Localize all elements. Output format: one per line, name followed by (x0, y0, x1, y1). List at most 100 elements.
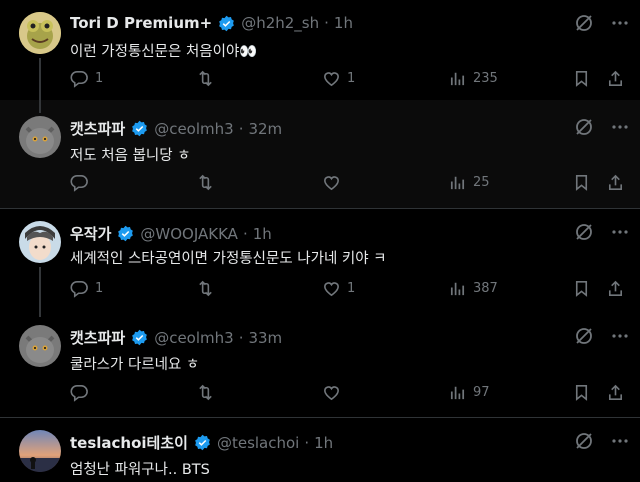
post-text: 엄청난 파워구나.. BTS (70, 462, 210, 478)
post-2[interactable]: 캣츠파파 @ceolmh3 · 32m 저도 처음 봅니당 ㅎ 25 (0, 104, 640, 208)
reply-icon (70, 281, 88, 298)
like-button[interactable] (322, 383, 347, 402)
retweet-icon (199, 384, 212, 401)
grok-icon[interactable] (574, 326, 594, 346)
avatar-sunset[interactable] (19, 430, 61, 472)
bookmark-button[interactable] (572, 279, 591, 298)
more-icon[interactable] (610, 13, 630, 33)
share-button[interactable] (606, 69, 625, 88)
author-name[interactable]: Tori D Premium+ @h2h2_sh · 1h (70, 14, 353, 32)
share-button[interactable] (606, 173, 625, 192)
views-icon (450, 72, 465, 86)
reply-button[interactable] (70, 173, 95, 192)
bookmark-button[interactable] (572, 383, 591, 402)
display-name[interactable]: 우작가 (70, 223, 111, 244)
bookmark-icon (575, 71, 588, 87)
avatar-cat[interactable] (19, 116, 61, 158)
retweet-button[interactable] (196, 173, 215, 192)
retweet-icon (199, 280, 212, 297)
verified-badge-icon (219, 15, 235, 31)
timestamp[interactable]: 33m (248, 329, 282, 347)
dot-separator: · (242, 224, 248, 243)
views-button[interactable]: 25 (448, 173, 490, 192)
verified-badge-icon (132, 120, 148, 137)
timestamp[interactable]: 1h (334, 14, 353, 32)
more-icon[interactable] (610, 117, 630, 137)
view-count: 387 (473, 281, 498, 296)
more-icon[interactable] (610, 326, 630, 346)
display-name[interactable]: 캣츠파파 (70, 327, 125, 348)
more-icon[interactable] (610, 222, 630, 242)
retweet-button[interactable] (196, 279, 215, 298)
view-count: 97 (473, 385, 490, 400)
post-text: 쿨라스가 다르네요 ㅎ (70, 357, 200, 373)
share-icon (608, 384, 623, 400)
share-button[interactable] (606, 383, 625, 402)
grok-icon[interactable] (574, 117, 594, 137)
reply-button[interactable]: 1 (70, 279, 103, 298)
dot-separator: · (238, 119, 244, 138)
post-1[interactable]: Tori D Premium+ @h2h2_sh · 1h 이런 가정통신문은 … (0, 0, 640, 113)
like-button[interactable]: 1 (322, 69, 355, 88)
author-name[interactable]: 캣츠파파 @ceolmh3 · 33m (70, 327, 282, 348)
like-icon (324, 72, 339, 87)
reply-count: 1 (95, 71, 104, 86)
bookmark-button[interactable] (572, 69, 591, 88)
views-icon (450, 176, 465, 190)
share-button[interactable] (606, 279, 625, 298)
retweet-button[interactable] (196, 383, 215, 402)
timestamp[interactable]: 1h (253, 225, 272, 243)
timestamp[interactable]: 32m (248, 120, 282, 138)
like-button[interactable]: 1 (322, 279, 355, 298)
reply-icon (70, 385, 88, 402)
timestamp[interactable]: 1h (314, 434, 333, 452)
bookmark-icon (575, 281, 588, 297)
share-icon (608, 70, 623, 86)
grok-icon[interactable] (574, 13, 594, 33)
verified-badge-icon (195, 434, 210, 451)
avatar-cat[interactable] (19, 325, 61, 367)
grok-icon[interactable] (574, 222, 594, 242)
like-icon (324, 282, 339, 297)
handle[interactable]: @ceolmh3 (154, 329, 233, 347)
view-count: 25 (473, 175, 490, 190)
action-bar: 97 (70, 383, 625, 407)
retweet-button[interactable] (196, 69, 215, 88)
action-bar: 1 1 387 (70, 279, 625, 303)
handle[interactable]: @teslachoi (217, 434, 299, 452)
author-name[interactable]: 캣츠파파 @ceolmh3 · 32m (70, 118, 282, 139)
post-3[interactable]: 우작가 @WOOJAKKA · 1h 세계적인 스타공연이면 가정통신문도 나가… (0, 209, 640, 317)
retweet-icon (199, 70, 212, 87)
handle[interactable]: @h2h2_sh (241, 14, 319, 32)
display-name[interactable]: Tori D Premium+ (70, 14, 212, 32)
views-icon (450, 386, 465, 400)
reply-count: 1 (95, 281, 104, 296)
reply-button[interactable] (70, 383, 95, 402)
post-top-icons (574, 431, 630, 451)
post-top-icons (574, 222, 630, 242)
reply-button[interactable]: 1 (70, 69, 103, 88)
bookmark-button[interactable] (572, 173, 591, 192)
post-4[interactable]: 캣츠파파 @ceolmh3 · 33m 쿨라스가 다르네요 ㅎ 97 (0, 313, 640, 417)
more-icon[interactable] (610, 431, 630, 451)
grok-icon[interactable] (574, 431, 594, 451)
reply-icon (70, 175, 88, 192)
display-name[interactable]: teslachoi테초이 (70, 432, 188, 453)
like-count: 1 (347, 71, 356, 86)
handle[interactable]: @WOOJAKKA (140, 225, 238, 243)
author-name[interactable]: teslachoi테초이 @teslachoi · 1h (70, 432, 333, 453)
author-name[interactable]: 우작가 @WOOJAKKA · 1h (70, 223, 272, 244)
bookmark-icon (575, 175, 588, 191)
retweet-icon (199, 174, 212, 191)
avatar-anime[interactable] (19, 221, 61, 263)
views-button[interactable]: 387 (448, 279, 498, 298)
avatar-frog[interactable] (19, 12, 61, 54)
like-icon (324, 386, 339, 401)
like-button[interactable] (322, 173, 347, 192)
post-5[interactable]: teslachoi테초이 @teslachoi · 1h 엄청난 파워구나.. … (0, 418, 640, 482)
dot-separator: · (304, 433, 310, 452)
display-name[interactable]: 캣츠파파 (70, 118, 125, 139)
handle[interactable]: @ceolmh3 (154, 120, 233, 138)
views-button[interactable]: 97 (448, 383, 490, 402)
views-button[interactable]: 235 (448, 69, 498, 88)
